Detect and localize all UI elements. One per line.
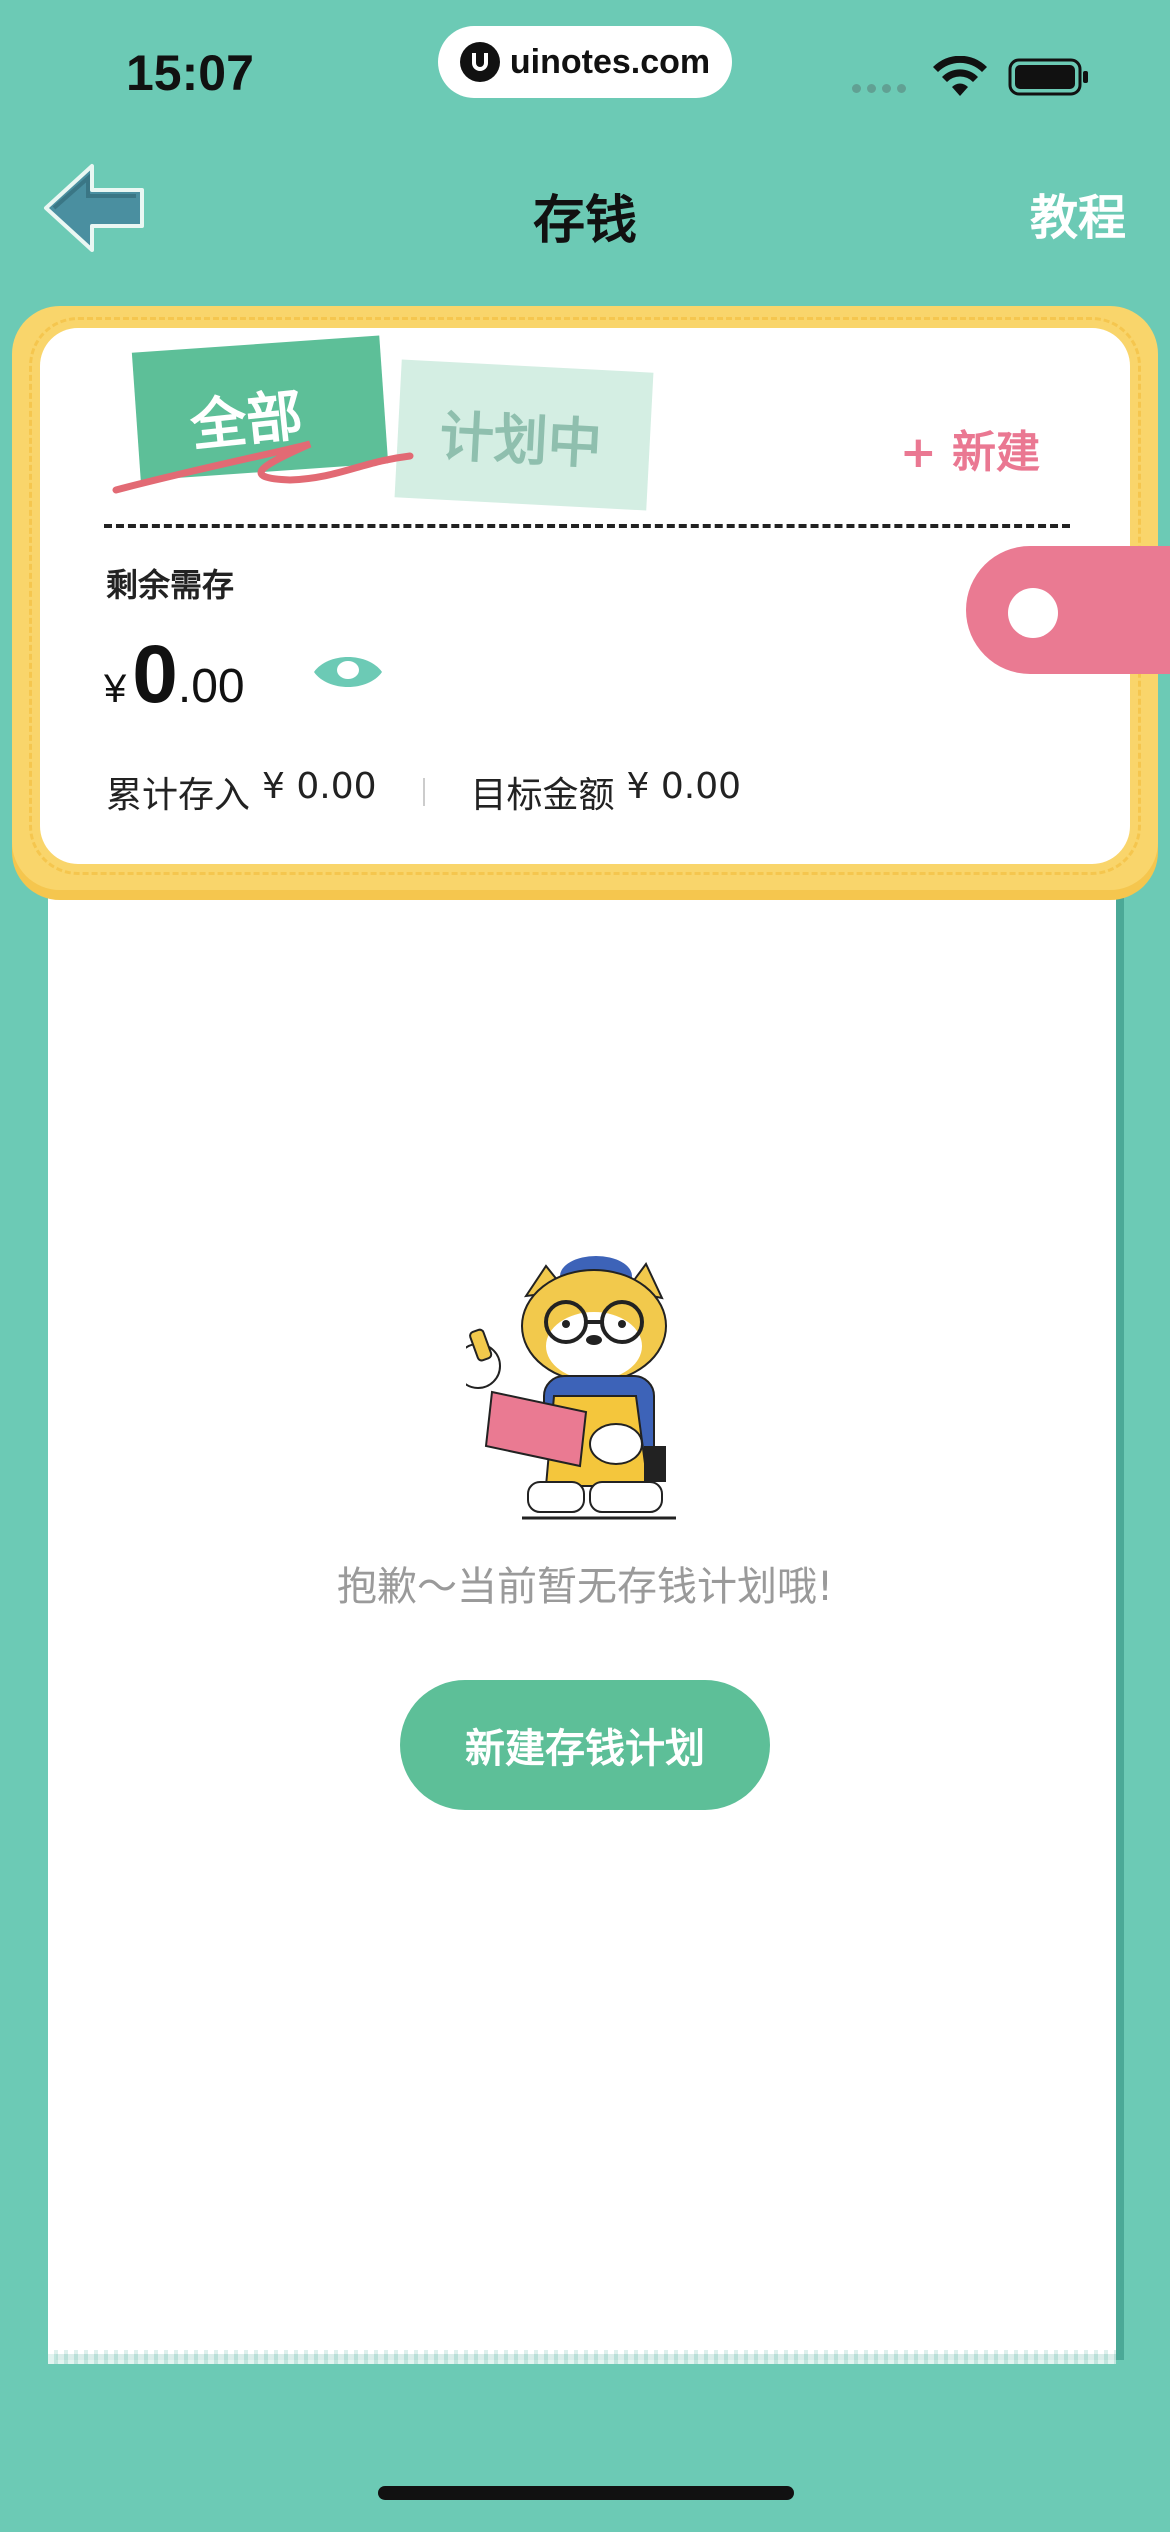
remaining-amount: ¥0.00: [104, 628, 245, 722]
stats-separator: [422, 778, 425, 806]
divider: [104, 524, 1070, 528]
shiba-mascot-illustration: [466, 1256, 676, 1520]
active-tab-underline-scribble: [112, 440, 414, 494]
target-label: 目标金额: [470, 775, 615, 816]
cellular-signal-icon: [852, 84, 906, 93]
target-value: ¥ 0.00: [626, 766, 742, 807]
card-tag-decoration: [966, 546, 1170, 674]
url-text: uinotes.com: [509, 42, 711, 81]
eye-icon[interactable]: [312, 650, 384, 694]
new-plan-link[interactable]: + 新建: [900, 416, 1040, 480]
saved-value: ¥ 0.00: [262, 766, 377, 807]
battery-icon: [1008, 58, 1088, 96]
empty-state-message: 抱歉～当前暂无存钱计划哦!: [336, 1564, 834, 1610]
amount-integer: 0: [132, 629, 178, 720]
amount-currency: ¥: [104, 667, 127, 711]
create-plan-button[interactable]: 新建存钱计划: [400, 1680, 770, 1810]
amount-decimal: .00: [177, 660, 245, 713]
tutorial-link[interactable]: 教程: [1030, 178, 1126, 248]
url-pill[interactable]: uinotes.com: [438, 26, 732, 98]
remaining-label: 剩余需存: [106, 566, 235, 604]
site-logo-icon: [459, 42, 500, 82]
saved-label: 累计存入: [106, 775, 251, 816]
stats-row: 累计存入 ¥ 0.00 目标金额 ¥ 0.00: [106, 766, 741, 818]
home-indicator[interactable]: [378, 2486, 794, 2500]
wifi-icon: [933, 56, 987, 96]
status-time: 15:07: [126, 45, 254, 101]
page-title: 存钱: [532, 191, 637, 251]
